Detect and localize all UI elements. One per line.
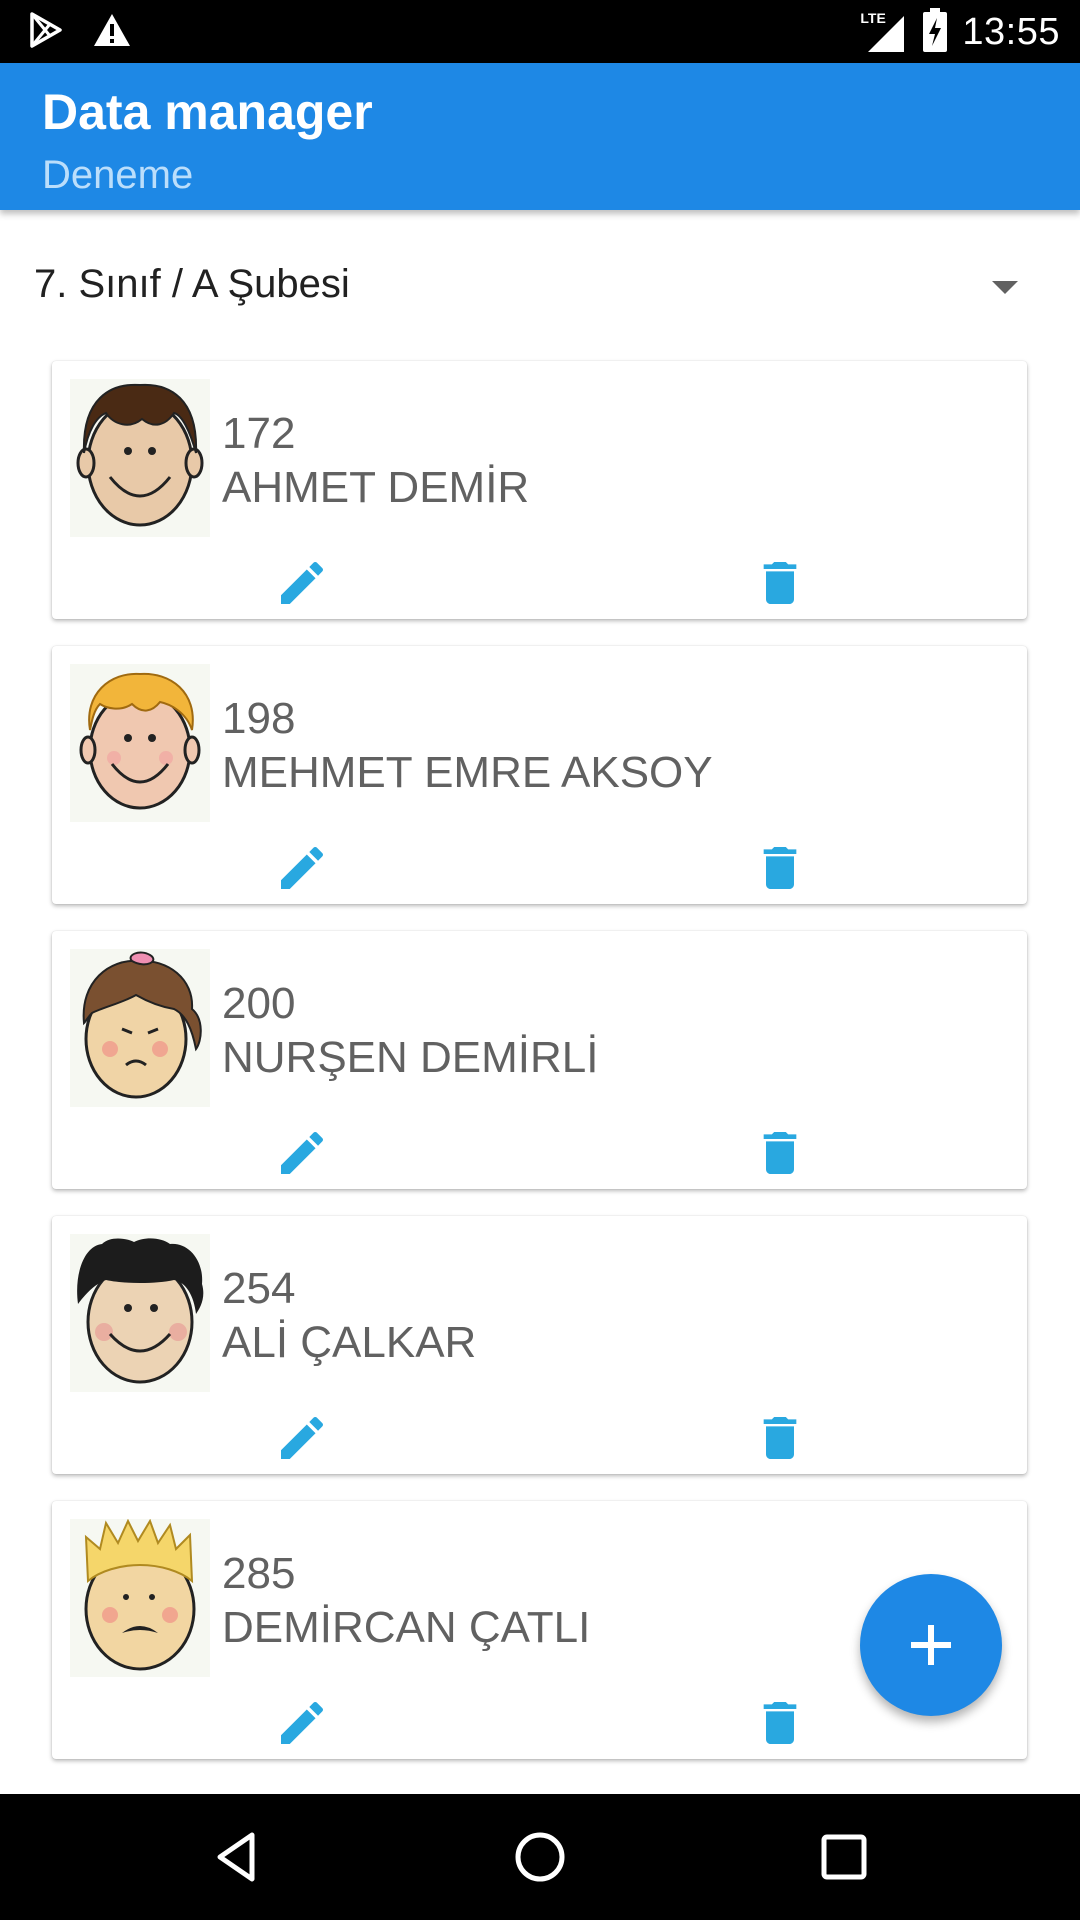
delete-button[interactable] bbox=[752, 1125, 808, 1181]
back-icon bbox=[217, 1832, 255, 1882]
pencil-icon bbox=[281, 1701, 324, 1744]
delete-button[interactable] bbox=[752, 1410, 808, 1466]
add-student-button[interactable] bbox=[860, 1574, 1002, 1716]
student-name: NURŞEN DEMİRLİ bbox=[222, 1033, 599, 1082]
trash-icon bbox=[763, 847, 797, 889]
student-card: 200 NURŞEN DEMİRLİ bbox=[52, 931, 1027, 1189]
trash-icon bbox=[763, 562, 797, 604]
student-name: AHMET DEMİR bbox=[222, 463, 530, 512]
student-number: 172 bbox=[222, 409, 296, 458]
warning-icon bbox=[92, 12, 132, 53]
lte-signal-icon: LTE bbox=[860, 10, 908, 54]
student-name: MEHMET EMRE AKSOY bbox=[222, 748, 713, 797]
student-card: 172 AHMET DEMİR bbox=[52, 361, 1027, 619]
pencil-icon bbox=[281, 1416, 324, 1459]
trash-icon bbox=[763, 1132, 797, 1174]
home-icon bbox=[515, 1832, 565, 1882]
pencil-icon bbox=[281, 1131, 324, 1174]
trash-icon bbox=[763, 1702, 797, 1744]
navigation-bar bbox=[0, 1794, 1080, 1920]
student-number: 198 bbox=[222, 694, 296, 743]
pencil-icon bbox=[281, 561, 324, 604]
back-button[interactable] bbox=[206, 1827, 266, 1887]
status-bar: LTE 13:55 bbox=[0, 0, 1080, 63]
plus-icon bbox=[911, 1625, 951, 1665]
dropdown-arrow-icon bbox=[992, 281, 1018, 294]
student-number: 285 bbox=[222, 1549, 296, 1598]
student-avatar bbox=[70, 664, 210, 822]
trash-icon bbox=[763, 1417, 797, 1459]
delete-button[interactable] bbox=[752, 555, 808, 611]
student-avatar bbox=[70, 379, 210, 537]
student-avatar bbox=[70, 949, 210, 1107]
student-card: 254 ALİ ÇALKAR bbox=[52, 1216, 1027, 1474]
edit-button[interactable] bbox=[274, 1410, 330, 1466]
class-selector-dropdown[interactable]: 7. Sınıf / A Şubesi bbox=[0, 250, 1080, 324]
student-card: 198 MEHMET EMRE AKSOY bbox=[52, 646, 1027, 904]
home-button[interactable] bbox=[510, 1827, 570, 1887]
play-store-icon bbox=[28, 11, 64, 53]
student-avatar bbox=[70, 1234, 210, 1392]
delete-button[interactable] bbox=[752, 840, 808, 896]
edit-button[interactable] bbox=[274, 1695, 330, 1751]
app-bar: Data manager Deneme bbox=[0, 63, 1080, 210]
edit-button[interactable] bbox=[274, 555, 330, 611]
delete-button[interactable] bbox=[752, 1695, 808, 1751]
student-name: DEMİRCAN ÇATLI bbox=[222, 1603, 591, 1652]
student-number: 200 bbox=[222, 979, 296, 1028]
recents-button[interactable] bbox=[814, 1827, 874, 1887]
battery-charging-icon bbox=[922, 7, 948, 57]
edit-button[interactable] bbox=[274, 1125, 330, 1181]
pencil-icon bbox=[281, 846, 324, 889]
student-avatar bbox=[70, 1519, 210, 1677]
student-name: ALİ ÇALKAR bbox=[222, 1318, 477, 1367]
class-selector-value: 7. Sınıf / A Şubesi bbox=[34, 262, 350, 306]
edit-button[interactable] bbox=[274, 840, 330, 896]
recents-icon bbox=[821, 1834, 867, 1880]
app-subtitle: Deneme bbox=[42, 153, 194, 197]
student-number: 254 bbox=[222, 1264, 296, 1313]
app-title: Data manager bbox=[42, 84, 373, 140]
status-time: 13:55 bbox=[962, 10, 1060, 53]
